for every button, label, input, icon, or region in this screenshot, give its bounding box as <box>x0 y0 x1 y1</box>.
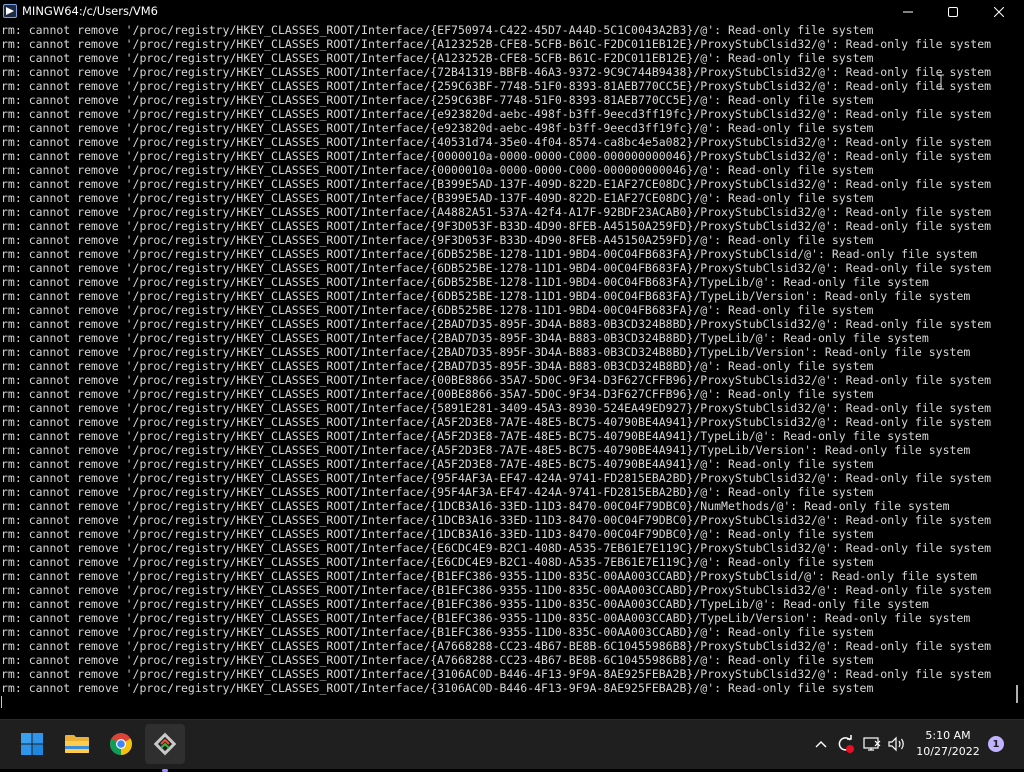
terminal-line: rm: cannot remove '/proc/registry/HKEY_C… <box>1 247 978 261</box>
volume-icon <box>888 736 904 752</box>
start-button[interactable] <box>12 724 52 764</box>
terminal-line: rm: cannot remove '/proc/registry/HKEY_C… <box>1 79 992 93</box>
chrome-icon <box>110 733 132 755</box>
chevron-up-icon <box>815 741 827 748</box>
window-title: MINGW64:/c/Users/VM6 <box>22 4 158 18</box>
network-icon <box>863 737 881 751</box>
ibeam-cursor-icon <box>938 74 944 90</box>
terminal-line: rm: cannot remove '/proc/registry/HKEY_C… <box>1 569 978 583</box>
terminal-line: rm: cannot remove '/proc/registry/HKEY_C… <box>1 107 992 121</box>
show-hidden-icons-button[interactable] <box>811 734 831 754</box>
close-button[interactable] <box>976 0 1022 23</box>
terminal-line: rm: cannot remove '/proc/registry/HKEY_C… <box>1 135 992 149</box>
terminal-line: rm: cannot remove '/proc/registry/HKEY_C… <box>1 667 992 681</box>
close-icon <box>994 6 1004 17</box>
terminal-line: rm: cannot remove '/proc/registry/HKEY_C… <box>1 51 874 65</box>
terminal-line: rm: cannot remove '/proc/registry/HKEY_C… <box>1 625 874 639</box>
maximize-icon <box>948 6 958 17</box>
terminal-line: rm: cannot remove '/proc/registry/HKEY_C… <box>1 233 874 247</box>
taskbar-git-bash[interactable] <box>145 724 185 772</box>
maximize-button[interactable] <box>930 0 976 23</box>
terminal-line: rm: cannot remove '/proc/registry/HKEY_C… <box>1 93 874 107</box>
terminal-line: rm: cannot remove '/proc/registry/HKEY_C… <box>1 163 874 177</box>
terminal-line: rm: cannot remove '/proc/registry/HKEY_C… <box>1 37 992 51</box>
terminal-line: rm: cannot remove '/proc/registry/HKEY_C… <box>1 345 971 359</box>
taskbar-chrome[interactable] <box>101 724 141 764</box>
clock[interactable]: 5:10 AM 10/27/2022 <box>912 728 984 760</box>
sync-icon <box>838 735 854 753</box>
terminal-line: rm: cannot remove '/proc/registry/HKEY_C… <box>1 331 929 345</box>
terminal-line: rm: cannot remove '/proc/registry/HKEY_C… <box>1 359 874 373</box>
taskbar: 5:10 AM 10/27/2022 1 <box>0 719 1024 772</box>
terminal-line: rm: cannot remove '/proc/registry/HKEY_C… <box>1 219 992 233</box>
clock-date: 10/27/2022 <box>916 745 980 758</box>
terminal-line: rm: cannot remove '/proc/registry/HKEY_C… <box>1 415 992 429</box>
terminal-line: rm: cannot remove '/proc/registry/HKEY_C… <box>1 583 992 597</box>
mintty-app-icon <box>3 4 17 18</box>
git-bash-icon <box>153 732 177 756</box>
terminal-line: rm: cannot remove '/proc/registry/HKEY_C… <box>1 303 874 317</box>
text-cursor <box>1 696 2 708</box>
terminal-scrollbar[interactable] <box>1014 23 1024 719</box>
terminal-line: rm: cannot remove '/proc/registry/HKEY_C… <box>1 443 971 457</box>
volume-button[interactable] <box>887 734 907 754</box>
terminal-line: rm: cannot remove '/proc/registry/HKEY_C… <box>1 681 874 695</box>
terminal-line: rm: cannot remove '/proc/registry/HKEY_C… <box>1 275 929 289</box>
terminal-line: rm: cannot remove '/proc/registry/HKEY_C… <box>1 177 992 191</box>
terminal-line: rm: cannot remove '/proc/registry/HKEY_C… <box>1 485 874 499</box>
folder-icon <box>65 735 89 753</box>
terminal-line: rm: cannot remove '/proc/registry/HKEY_C… <box>1 611 971 625</box>
terminal-line: rm: cannot remove '/proc/registry/HKEY_C… <box>1 555 874 569</box>
terminal-line: rm: cannot remove '/proc/registry/HKEY_C… <box>1 541 992 555</box>
terminal-line: rm: cannot remove '/proc/registry/HKEY_C… <box>1 121 874 135</box>
scrollbar-thumb[interactable] <box>1016 685 1018 703</box>
clock-time: 5:10 AM <box>925 729 971 742</box>
terminal-output[interactable]: rm: cannot remove '/proc/registry/HKEY_C… <box>0 23 1014 719</box>
minimize-button[interactable] <box>885 0 931 23</box>
terminal-line: rm: cannot remove '/proc/registry/HKEY_C… <box>1 499 950 513</box>
terminal-line: rm: cannot remove '/proc/registry/HKEY_C… <box>1 373 992 387</box>
windows-start-icon <box>21 733 43 755</box>
terminal-line: rm: cannot remove '/proc/registry/HKEY_C… <box>1 653 874 667</box>
terminal-line: rm: cannot remove '/proc/registry/HKEY_C… <box>1 149 992 163</box>
terminal-line: rm: cannot remove '/proc/registry/HKEY_C… <box>1 597 929 611</box>
terminal-line: rm: cannot remove '/proc/registry/HKEY_C… <box>1 513 992 527</box>
minimize-icon <box>903 11 913 12</box>
terminal-line: rm: cannot remove '/proc/registry/HKEY_C… <box>1 639 992 653</box>
terminal-lines: rm: cannot remove '/proc/registry/HKEY_C… <box>1 23 991 695</box>
terminal-line: rm: cannot remove '/proc/registry/HKEY_C… <box>1 261 992 275</box>
terminal-line: rm: cannot remove '/proc/registry/HKEY_C… <box>1 457 874 471</box>
terminal-line: rm: cannot remove '/proc/registry/HKEY_C… <box>1 401 992 415</box>
terminal-line: rm: cannot remove '/proc/registry/HKEY_C… <box>1 317 992 331</box>
terminal-line: rm: cannot remove '/proc/registry/HKEY_C… <box>1 23 874 37</box>
terminal-line: rm: cannot remove '/proc/registry/HKEY_C… <box>1 387 874 401</box>
terminal-line: rm: cannot remove '/proc/registry/HKEY_C… <box>1 289 971 303</box>
notification-badge[interactable]: 1 <box>988 736 1004 752</box>
terminal-line: rm: cannot remove '/proc/registry/HKEY_C… <box>1 527 874 541</box>
taskbar-file-explorer[interactable] <box>57 724 97 764</box>
terminal-line: rm: cannot remove '/proc/registry/HKEY_C… <box>1 429 929 443</box>
window-titlebar[interactable]: MINGW64:/c/Users/VM6 <box>0 0 1024 23</box>
terminal-line: rm: cannot remove '/proc/registry/HKEY_C… <box>1 65 992 79</box>
network-status-button[interactable] <box>862 734 882 754</box>
terminal-line: rm: cannot remove '/proc/registry/HKEY_C… <box>1 471 992 485</box>
terminal-line: rm: cannot remove '/proc/registry/HKEY_C… <box>1 205 992 219</box>
terminal-line: rm: cannot remove '/proc/registry/HKEY_C… <box>1 191 874 205</box>
sync-status-button[interactable] <box>835 734 855 754</box>
